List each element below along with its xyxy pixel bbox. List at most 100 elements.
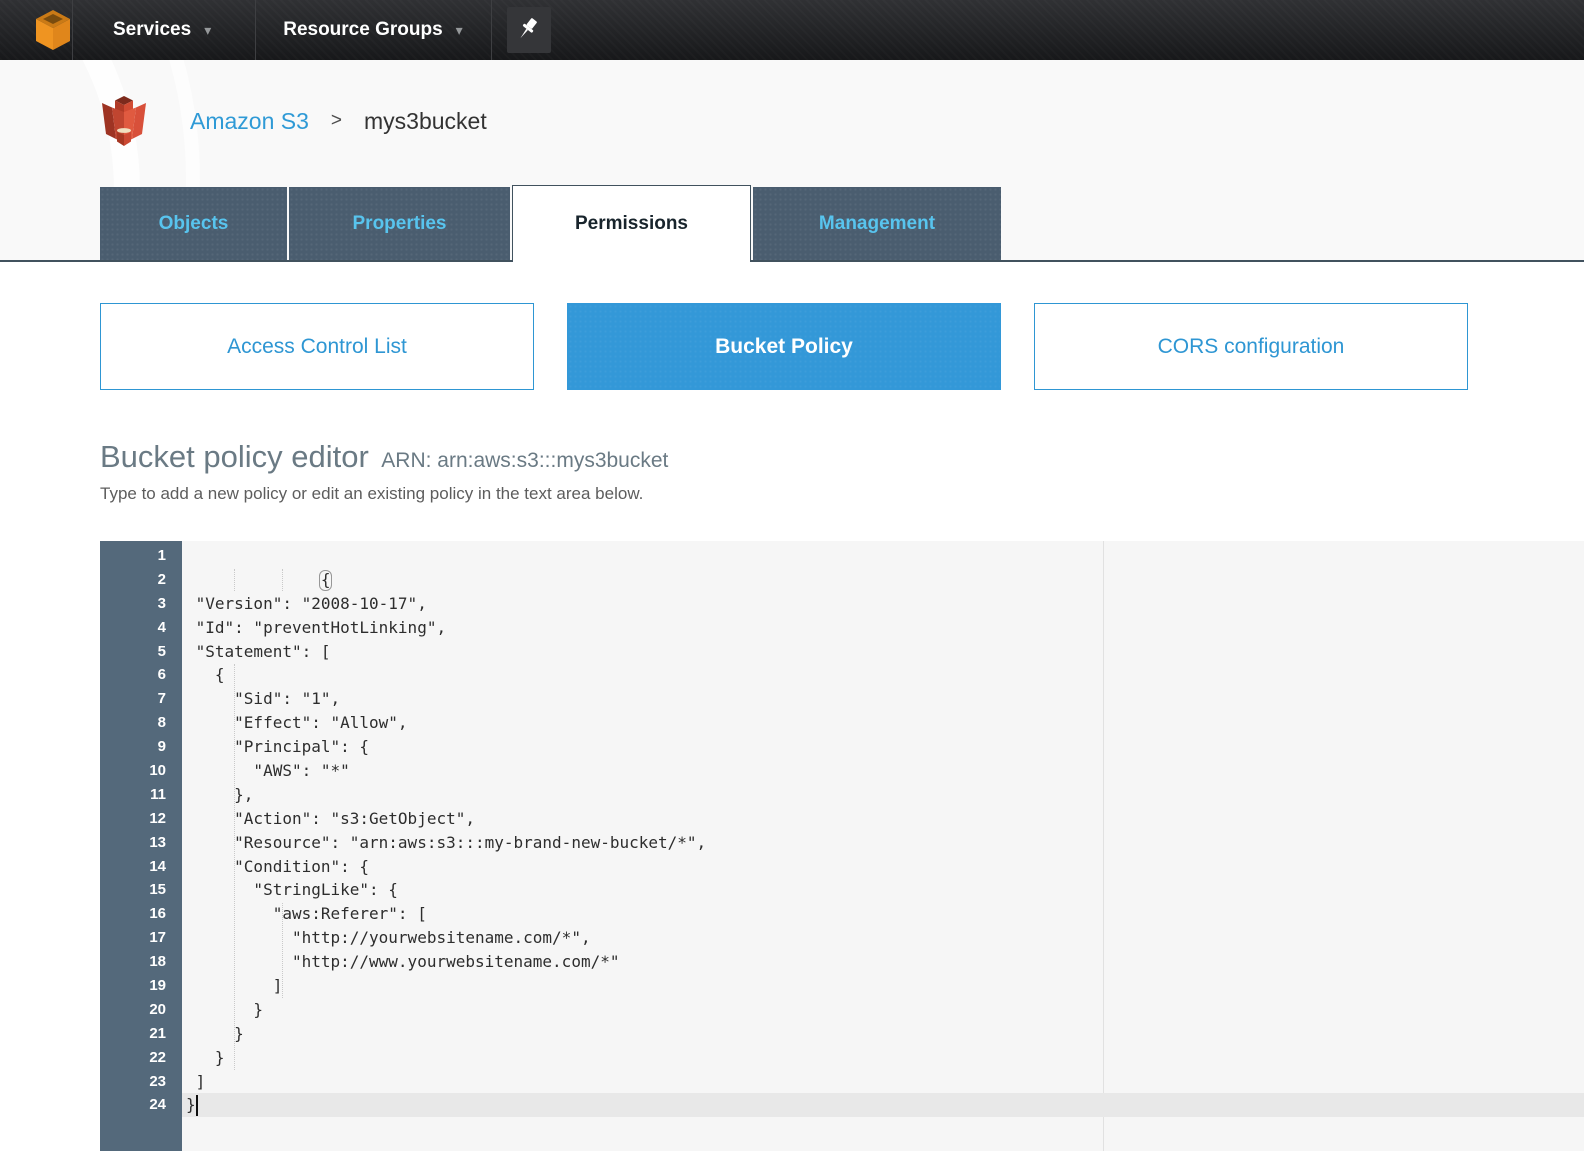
code-row: 17 "http://yourwebsitename.com/*",	[100, 926, 1584, 950]
code-row: 8 "Effect": "Allow",	[100, 711, 1584, 735]
code-line	[182, 544, 1584, 568]
code-line: }	[182, 1022, 1584, 1046]
code-line: },	[182, 783, 1584, 807]
chevron-down-icon: ▾	[456, 22, 463, 39]
code-line: ]	[182, 974, 1584, 998]
code-row: 24 }	[100, 1093, 1584, 1117]
page-title: Bucket policy editor	[100, 439, 369, 474]
code-line: "Statement": [	[182, 640, 1584, 664]
code-line: "Action": "s3:GetObject",	[182, 807, 1584, 831]
code-line: ]	[182, 1070, 1584, 1094]
permissions-subtab-bar: Access Control List Bucket Policy CORS c…	[100, 303, 1584, 390]
code-row: 16 "aws:Referer": [	[100, 902, 1584, 926]
line-number: 24	[100, 1093, 182, 1117]
subtab-bucket-policy[interactable]: Bucket Policy	[567, 303, 1001, 390]
code-row: 22 }	[100, 1046, 1584, 1070]
code-line: }	[182, 998, 1584, 1022]
code-row: 18 "http://www.yourwebsitename.com/*"	[100, 950, 1584, 974]
line-number: 17	[100, 926, 182, 950]
editor-instructions: Type to add a new policy or edit an exis…	[100, 484, 1584, 504]
breadcrumb-bucket-name: mys3bucket	[364, 108, 487, 135]
text-cursor	[196, 1095, 198, 1116]
code-line: "Effect": "Allow",	[182, 711, 1584, 735]
nav-services-menu[interactable]: Services ▾	[73, 0, 255, 60]
code-row: 13 "Resource": "arn:aws:s3:::my-brand-ne…	[100, 831, 1584, 855]
code-row: 3 "Version": "2008-10-17",	[100, 592, 1584, 616]
code-row: 19 ]	[100, 974, 1584, 998]
code-line: "StringLike": {	[182, 878, 1584, 902]
subtab-cors-configuration[interactable]: CORS configuration	[1034, 303, 1468, 390]
line-number: 1	[100, 544, 182, 568]
policy-editor-textarea[interactable]: 1 2 { 3 "Version": "2008-10-17", 4 "Id":…	[100, 541, 1584, 1151]
code-row: 7 "Sid": "1",	[100, 687, 1584, 711]
code-line: }	[182, 1046, 1584, 1070]
bracket-match-highlight	[319, 570, 332, 591]
code-row: 6 {	[100, 663, 1584, 687]
code-line: "Sid": "1",	[182, 687, 1584, 711]
code-line: "http://yourwebsitename.com/*",	[182, 926, 1584, 950]
line-number: 9	[100, 735, 182, 759]
line-number: 7	[100, 687, 182, 711]
line-number: 4	[100, 616, 182, 640]
line-number: 19	[100, 974, 182, 998]
line-number: 23	[100, 1070, 182, 1094]
code-line: "http://www.yourwebsitename.com/*"	[182, 950, 1584, 974]
aws-logo-icon[interactable]	[36, 9, 72, 51]
code-row: 1	[100, 544, 1584, 568]
code-row: 20 }	[100, 998, 1584, 1022]
code-line: }	[182, 1093, 1584, 1117]
code-row: 5 "Statement": [	[100, 640, 1584, 664]
line-number: 5	[100, 640, 182, 664]
breadcrumb-amazon-s3-link[interactable]: Amazon S3	[190, 108, 309, 135]
code-line: {	[182, 663, 1584, 687]
line-number: 13	[100, 831, 182, 855]
tab-management[interactable]: Management	[753, 187, 1001, 260]
s3-bucket-icon	[100, 93, 148, 149]
line-number: 21	[100, 1022, 182, 1046]
code-lines: 1 2 { 3 "Version": "2008-10-17", 4 "Id":…	[100, 541, 1584, 1151]
code-row: 21 }	[100, 1022, 1584, 1046]
code-row: 15 "StringLike": {	[100, 878, 1584, 902]
nav-resource-groups-menu[interactable]: Resource Groups ▾	[256, 0, 490, 60]
line-number: 3	[100, 592, 182, 616]
code-line: "Resource": "arn:aws:s3:::my-brand-new-b…	[182, 831, 1584, 855]
nav-resource-groups-label: Resource Groups	[283, 19, 442, 41]
line-number: 15	[100, 878, 182, 902]
pin-shortcut-button[interactable]	[507, 7, 551, 53]
line-number: 8	[100, 711, 182, 735]
line-number: 2	[100, 568, 182, 592]
line-number: 14	[100, 855, 182, 879]
code-line: {	[182, 568, 1584, 592]
tab-bar: Objects Properties Permissions Managemen…	[0, 185, 1584, 262]
code-line: "aws:Referer": [	[182, 902, 1584, 926]
tab-properties[interactable]: Properties	[289, 187, 510, 260]
line-number: 6	[100, 663, 182, 687]
code-row: 12 "Action": "s3:GetObject",	[100, 807, 1584, 831]
code-row: 10 "AWS": "*"	[100, 759, 1584, 783]
code-row: 9 "Principal": {	[100, 735, 1584, 759]
code-line: "Id": "preventHotLinking",	[182, 616, 1584, 640]
code-line: "Condition": {	[182, 855, 1584, 879]
bucket-policy-editor-heading: Bucket policy editor ARN: arn:aws:s3:::m…	[100, 439, 1584, 475]
code-row: 14 "Condition": {	[100, 855, 1584, 879]
chevron-down-icon: ▾	[204, 22, 211, 39]
breadcrumb: Amazon S3 > mys3bucket	[100, 93, 487, 149]
code-line: "Version": "2008-10-17",	[182, 592, 1584, 616]
code-line: "Principal": {	[182, 735, 1584, 759]
pushpin-icon	[518, 17, 540, 43]
line-number: 11	[100, 783, 182, 807]
top-nav-bar: Services ▾ Resource Groups ▾	[0, 0, 1584, 60]
tab-objects[interactable]: Objects	[100, 187, 287, 260]
divider	[491, 0, 492, 60]
code-row: 11 },	[100, 783, 1584, 807]
bucket-arn-label: ARN: arn:aws:s3:::mys3bucket	[381, 449, 668, 472]
nav-services-label: Services	[113, 19, 191, 41]
line-number: 22	[100, 1046, 182, 1070]
tab-permissions[interactable]: Permissions	[512, 185, 751, 262]
line-number: 10	[100, 759, 182, 783]
line-number: 18	[100, 950, 182, 974]
line-number: 12	[100, 807, 182, 831]
code-line: "AWS": "*"	[182, 759, 1584, 783]
subtab-access-control-list[interactable]: Access Control List	[100, 303, 534, 390]
code-row: 23 ]	[100, 1070, 1584, 1094]
